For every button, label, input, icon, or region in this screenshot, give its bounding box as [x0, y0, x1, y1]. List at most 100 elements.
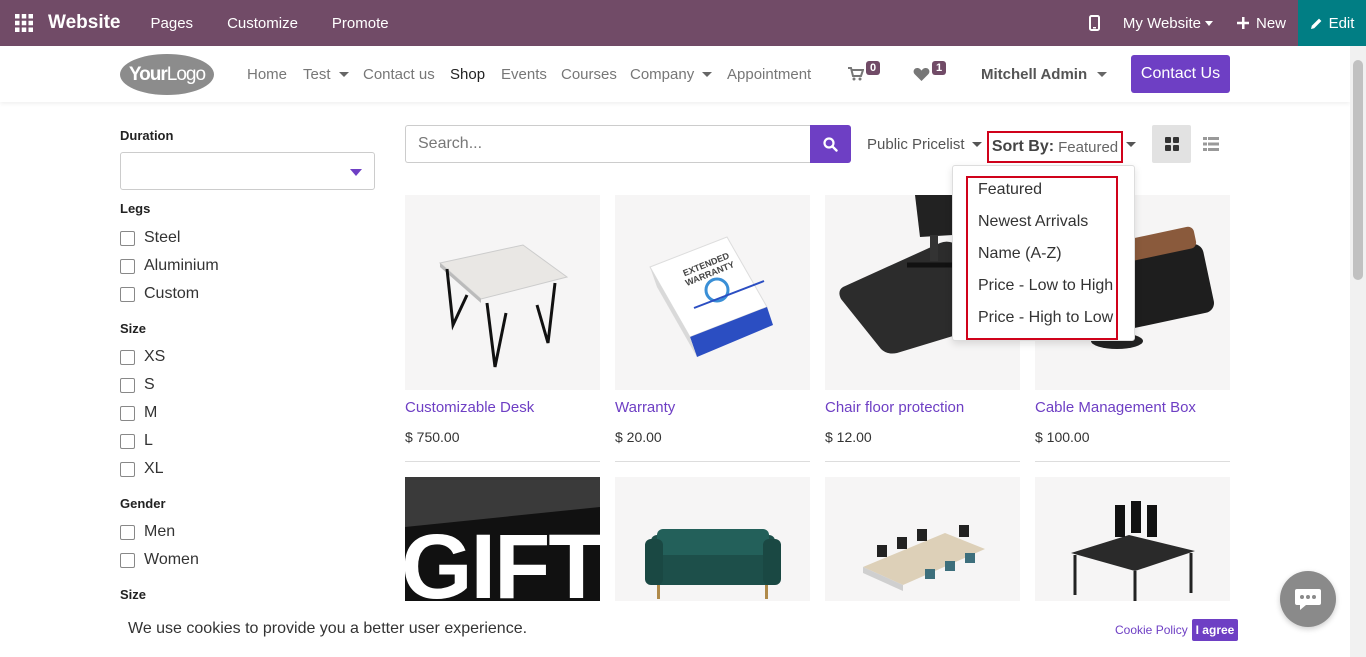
- sort-option-newest-arrivals[interactable]: Newest Arrivals: [978, 213, 1088, 231]
- product-image-workstation[interactable]: [1035, 477, 1230, 601]
- wishlist-link[interactable]: 1: [913, 46, 947, 102]
- product-name-customizable-desk[interactable]: Customizable Desk: [405, 399, 534, 416]
- checkbox[interactable]: [120, 524, 135, 540]
- website-selector[interactable]: My Website: [1123, 15, 1213, 32]
- checkbox[interactable]: [120, 377, 135, 393]
- admin-menu-customize[interactable]: Customize: [227, 15, 298, 32]
- product-name-chair-floor-protection[interactable]: Chair floor protection: [825, 399, 964, 416]
- sort-option-price-low-high[interactable]: Price - Low to High: [978, 277, 1113, 295]
- product-image-sofa[interactable]: [615, 477, 810, 601]
- user-name: Mitchell Admin: [981, 65, 1088, 83]
- filter-size-xl[interactable]: XL: [120, 460, 164, 478]
- logo-thin-text: Logo: [166, 63, 206, 85]
- filter-title-gender: Gender: [120, 496, 166, 511]
- chevron-down-icon: [1097, 71, 1108, 77]
- workstation-image: [1071, 501, 1195, 601]
- admin-menu-promote[interactable]: Promote: [332, 15, 389, 32]
- mobile-preview-icon[interactable]: [1085, 0, 1105, 46]
- filter-size-s[interactable]: S: [120, 376, 155, 394]
- product-image-conference-table[interactable]: [825, 477, 1020, 601]
- pricelist-selector[interactable]: Public Pricelist: [867, 125, 982, 163]
- sofa-image: [645, 529, 781, 599]
- new-button[interactable]: New: [1236, 14, 1286, 32]
- product-name-warranty[interactable]: Warranty: [615, 399, 675, 416]
- sort-options-highlight: Featured Newest Arrivals Name (A-Z) Pric…: [966, 176, 1118, 340]
- product-divider: [1035, 461, 1230, 462]
- nav-test[interactable]: Test: [303, 46, 349, 102]
- product-name-cable-management-box[interactable]: Cable Management Box: [1035, 399, 1196, 416]
- checkbox[interactable]: [120, 461, 135, 477]
- filter-size-xs[interactable]: XS: [120, 348, 165, 366]
- nav-company[interactable]: Company: [630, 46, 713, 102]
- chat-bubble-icon: [1295, 589, 1321, 610]
- admin-brand[interactable]: Website: [48, 12, 121, 34]
- grid-view-toggle[interactable]: [1152, 125, 1191, 163]
- logo-bold-text: Your: [128, 63, 168, 85]
- checkbox[interactable]: [120, 433, 135, 449]
- duration-select[interactable]: [120, 152, 375, 190]
- nav-home[interactable]: Home: [247, 46, 287, 102]
- nav-appointment[interactable]: Appointment: [727, 46, 811, 102]
- checkbox-label: M: [144, 404, 158, 421]
- nav-courses[interactable]: Courses: [561, 46, 617, 102]
- cart-link[interactable]: 0: [848, 46, 881, 102]
- sort-by-button[interactable]: Sort By: Featured: [987, 131, 1123, 163]
- product-image-desk[interactable]: [405, 195, 600, 390]
- admin-bar: Website Pages Customize Promote My Websi…: [0, 0, 1366, 46]
- cookie-policy-link[interactable]: Cookie Policy: [1115, 623, 1188, 637]
- heart-icon: [913, 67, 930, 81]
- admin-menu-pages[interactable]: Pages: [151, 15, 194, 32]
- filter-title-size-2: Size: [120, 587, 147, 602]
- checkbox[interactable]: [120, 349, 135, 365]
- checkbox-label: Men: [144, 523, 176, 540]
- new-button-label: New: [1255, 14, 1286, 32]
- cookie-agree-button[interactable]: I agree: [1192, 619, 1238, 641]
- checkbox[interactable]: [120, 405, 135, 421]
- page-scrollbar[interactable]: [1350, 46, 1366, 657]
- nav-shop[interactable]: Shop: [450, 46, 485, 102]
- plus-icon: [1236, 17, 1249, 29]
- cookie-bar: We use cookies to provide you a better u…: [0, 601, 1350, 657]
- sort-option-price-high-low[interactable]: Price - High to Low: [978, 309, 1113, 327]
- product-price: $ 750.00: [405, 429, 460, 445]
- filter-gender-men[interactable]: Men: [120, 523, 175, 541]
- filter-gender-women[interactable]: Women: [120, 551, 199, 569]
- product-divider: [405, 461, 600, 462]
- filter-title-legs: Legs: [120, 201, 151, 216]
- live-chat-button[interactable]: [1280, 571, 1336, 627]
- filter-legs-aluminium[interactable]: Aluminium: [120, 257, 219, 275]
- filter-legs-steel[interactable]: Steel: [120, 229, 180, 247]
- wishlist-count-badge: 1: [932, 61, 947, 75]
- edit-button-label: Edit: [1328, 14, 1355, 32]
- nav-contact-us[interactable]: Contact us: [363, 46, 435, 102]
- cart-count-badge: 0: [866, 61, 881, 75]
- site-logo[interactable]: Your Logo: [120, 54, 214, 95]
- contact-us-button[interactable]: Contact Us: [1131, 55, 1230, 93]
- nav-events[interactable]: Events: [501, 46, 547, 102]
- search-input[interactable]: Search...: [405, 125, 811, 163]
- pricelist-label: Public Pricelist: [867, 135, 965, 153]
- filter-legs-custom[interactable]: Custom: [120, 285, 199, 303]
- search-button[interactable]: [810, 125, 851, 163]
- checkbox[interactable]: [120, 552, 135, 568]
- checkbox-label: Women: [144, 551, 199, 568]
- chevron-down-icon[interactable]: [1126, 142, 1136, 147]
- product-image-warranty[interactable]: EXTENDED WARRANTY: [615, 195, 810, 390]
- product-image-gift-card[interactable]: GIFT: [405, 477, 600, 601]
- filter-size-m[interactable]: M: [120, 404, 157, 422]
- sort-option-featured[interactable]: Featured: [978, 181, 1042, 199]
- product-divider: [825, 461, 1020, 462]
- edit-button[interactable]: Edit: [1298, 0, 1366, 46]
- checkbox-label: L: [144, 432, 153, 449]
- checkbox[interactable]: [120, 286, 135, 302]
- user-menu[interactable]: Mitchell Admin: [981, 46, 1108, 102]
- list-view-toggle[interactable]: [1191, 125, 1230, 163]
- checkbox[interactable]: [120, 230, 135, 246]
- sort-option-name-a-z[interactable]: Name (A-Z): [978, 245, 1062, 263]
- checkbox[interactable]: [120, 258, 135, 274]
- apps-grid-icon[interactable]: [0, 0, 48, 46]
- chevron-down-icon: [1204, 20, 1213, 26]
- scrollbar-thumb[interactable]: [1353, 60, 1363, 280]
- checkbox-label: Steel: [144, 229, 181, 246]
- filter-size-l[interactable]: L: [120, 432, 153, 450]
